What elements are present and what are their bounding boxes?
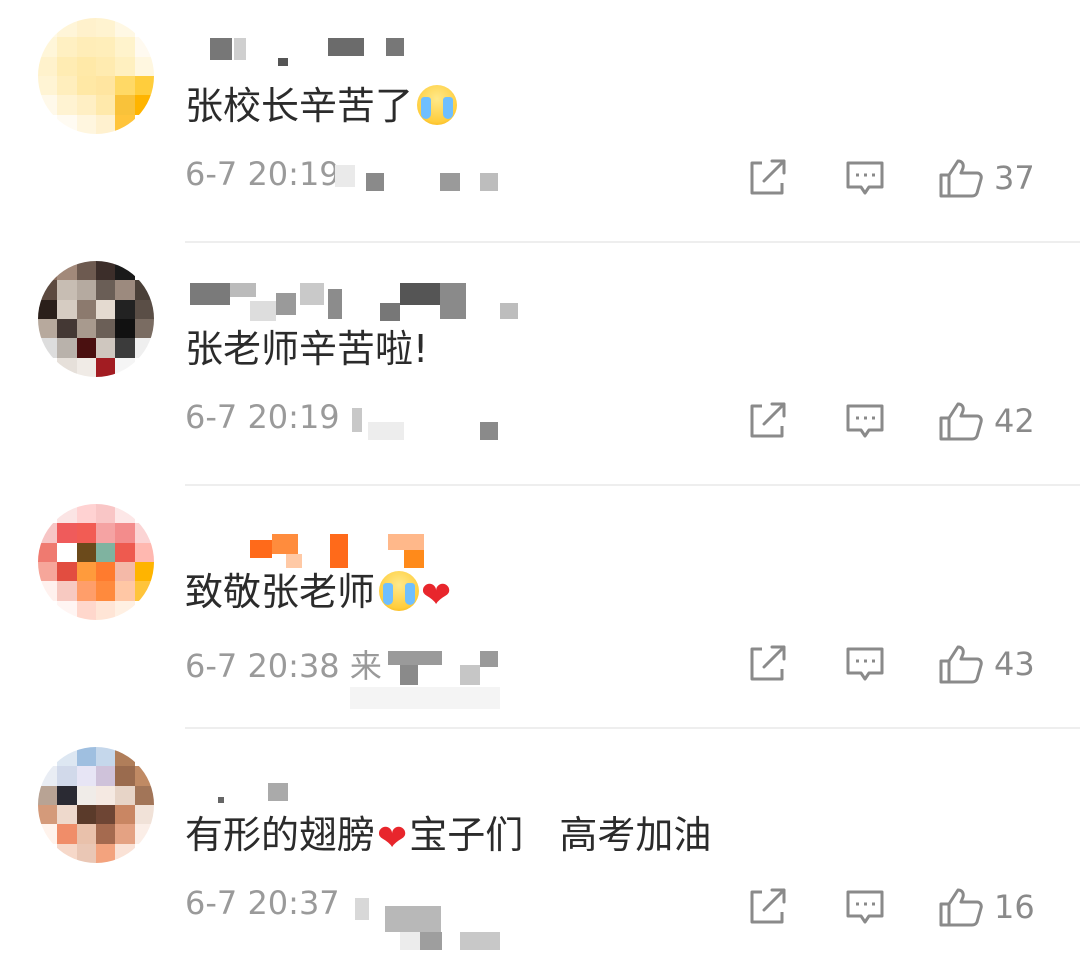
like-count: 37	[994, 159, 1035, 197]
comment-text-content-continued: 宝子们 高考加油	[409, 813, 712, 857]
username-pixelated[interactable]	[190, 18, 530, 66]
comment-timestamp: 6-7 20:37	[185, 884, 340, 922]
crying-emoji-icon	[417, 85, 458, 125]
comment-timestamp: 6-7 20:19	[185, 398, 340, 436]
comment-text-content: 张校长辛苦了	[185, 84, 414, 128]
comment-icon	[846, 647, 884, 681]
avatar[interactable]	[38, 18, 154, 134]
share-button[interactable]	[748, 644, 790, 684]
comment-item: 张校长辛苦了 6-7 20:19 37	[0, 0, 1080, 243]
reply-button[interactable]	[845, 887, 887, 927]
share-button[interactable]	[748, 401, 790, 441]
comment-item: 致敬张老师 ❤ 6-7 20:38 来 43	[0, 486, 1080, 729]
comment-icon	[846, 890, 884, 924]
like-count: 43	[994, 645, 1035, 683]
comment-text-content: 张老师辛苦啦!	[185, 327, 429, 371]
comment-text-content: 致敬张老师	[185, 570, 376, 614]
red-heart-icon: ❤	[421, 575, 452, 616]
avatar[interactable]	[38, 747, 154, 863]
comment-icon	[846, 161, 884, 195]
comment-item: 张老师辛苦啦! 6-7 20:19 42	[0, 243, 1080, 486]
share-button[interactable]	[748, 158, 790, 198]
like-count: 16	[994, 888, 1035, 926]
comment-list: 张校长辛苦了 6-7 20:19 37 张老师辛苦啦! 6-7 20:19 42…	[0, 0, 1080, 960]
like-button[interactable]: 16	[938, 887, 1048, 927]
like-button[interactable]: 42	[938, 401, 1048, 441]
red-heart-icon: ❤	[377, 818, 408, 859]
comment-item: 有形的翅膀❤宝子们 高考加油 6-7 20:37 16	[0, 729, 1080, 960]
like-button[interactable]: 43	[938, 644, 1048, 684]
like-button[interactable]: 37	[938, 158, 1048, 198]
username-pixelated[interactable]	[190, 261, 530, 321]
username-pixelated[interactable]	[190, 504, 530, 568]
comment-timestamp: 6-7 20:38 来	[185, 647, 382, 685]
thumbs-up-icon	[939, 159, 983, 198]
share-button[interactable]	[748, 887, 790, 927]
comment-text: 致敬张老师 ❤	[185, 566, 453, 622]
comment-timestamp: 6-7 20:19	[185, 155, 340, 193]
share-icon	[750, 645, 786, 681]
thumbs-up-icon	[939, 888, 983, 927]
comment-text: 张老师辛苦啦!	[185, 323, 428, 375]
username-pixelated[interactable]	[190, 747, 530, 803]
reply-button[interactable]	[845, 401, 887, 441]
reply-button[interactable]	[845, 644, 887, 684]
comment-icon	[846, 404, 884, 438]
avatar[interactable]	[38, 504, 154, 620]
crying-emoji-icon	[379, 571, 420, 611]
share-icon	[750, 159, 786, 195]
comment-text: 有形的翅膀❤宝子们 高考加油	[185, 809, 711, 865]
thumbs-up-icon	[939, 402, 983, 441]
avatar[interactable]	[38, 261, 154, 377]
comment-text-content: 有形的翅膀	[185, 813, 376, 857]
share-icon	[750, 888, 786, 924]
like-count: 42	[994, 402, 1035, 440]
reply-button[interactable]	[845, 158, 887, 198]
comment-text: 张校长辛苦了	[185, 80, 458, 132]
thumbs-up-icon	[939, 645, 983, 684]
share-icon	[750, 402, 786, 438]
